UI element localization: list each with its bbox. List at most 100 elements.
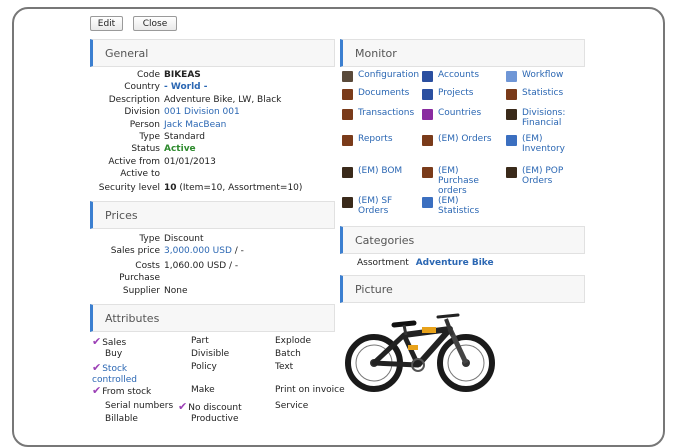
monitor-link-label: (EM) Statistics bbox=[438, 196, 480, 216]
monitor-link[interactable]: Configuration bbox=[342, 70, 420, 82]
attribute-item[interactable]: Billable bbox=[92, 414, 138, 425]
check-icon: ✔ bbox=[92, 335, 102, 348]
monitor-link[interactable]: (EM) POP Orders bbox=[506, 166, 582, 186]
purchase-label: Purchase bbox=[119, 273, 160, 283]
attribute-label: Sales bbox=[102, 338, 127, 348]
close-button[interactable]: Close bbox=[133, 16, 177, 31]
assortment-label: Assortment bbox=[357, 258, 409, 268]
attribute-item[interactable]: ✔No discount bbox=[178, 401, 242, 414]
book-icon bbox=[342, 109, 353, 120]
monitor-link[interactable]: (EM) Purchase orders bbox=[422, 166, 502, 196]
categories-section-title: Categories bbox=[355, 234, 415, 247]
attributes-section-header: Attributes bbox=[90, 304, 335, 332]
attribute-label: Print on invoice bbox=[275, 385, 345, 395]
field-value[interactable]: - World - bbox=[164, 81, 208, 93]
globe-icon bbox=[422, 109, 433, 120]
picture-section-title: Picture bbox=[355, 283, 393, 296]
monitor-link-label: (EM) Purchase orders bbox=[438, 166, 479, 196]
monitor-link-label: (EM) SF Orders bbox=[358, 196, 393, 216]
field-label: Person bbox=[129, 120, 160, 130]
supplier-label: Supplier bbox=[122, 286, 160, 296]
attribute-label: No discount bbox=[188, 403, 242, 413]
monitor-link[interactable]: Reports bbox=[342, 134, 420, 146]
monitor-link[interactable]: Divisions: Financial bbox=[506, 108, 582, 128]
monitor-link[interactable]: (EM) Statistics bbox=[422, 196, 502, 216]
attribute-item[interactable]: Print on invoice bbox=[262, 385, 345, 396]
attribute-item[interactable]: Part bbox=[178, 336, 209, 347]
wrench-icon bbox=[342, 71, 353, 82]
bike-illustration bbox=[345, 313, 495, 392]
monitor-link-label: (EM) POP Orders bbox=[522, 166, 564, 186]
attribute-label: Serial numbers bbox=[105, 401, 174, 411]
monitor-link-label: Reports bbox=[358, 134, 393, 144]
monitor-link[interactable]: (EM) BOM bbox=[342, 166, 420, 178]
field-label: Description bbox=[108, 95, 160, 105]
edit-button[interactable]: Edit bbox=[90, 16, 123, 31]
monitor-link[interactable]: (EM) Inventory bbox=[506, 134, 582, 154]
monitor-link[interactable]: (EM) Orders bbox=[422, 134, 502, 146]
attribute-item[interactable]: Explode bbox=[262, 336, 311, 347]
costs-label: Costs bbox=[135, 261, 160, 271]
monitor-link[interactable]: (EM) SF Orders bbox=[342, 196, 420, 216]
attribute-item[interactable]: Text bbox=[262, 362, 293, 373]
assortment-link[interactable]: Adventure Bike bbox=[416, 258, 494, 268]
book-icon bbox=[506, 167, 517, 178]
attribute-item[interactable]: Batch bbox=[262, 349, 301, 360]
attribute-item[interactable]: Service bbox=[262, 401, 308, 412]
attribute-item[interactable]: Divisible bbox=[178, 349, 229, 360]
attribute-label: Explode bbox=[275, 336, 311, 346]
monitor-link-label: Projects bbox=[438, 88, 474, 98]
field-value[interactable]: Jack MacBean bbox=[164, 119, 226, 131]
monitor-link[interactable]: Projects bbox=[422, 88, 502, 100]
field-value: Adventure Bike, LW, Black bbox=[164, 95, 282, 105]
attribute-item[interactable]: Make bbox=[178, 385, 215, 396]
monitor-link[interactable]: Transactions bbox=[342, 108, 420, 120]
attribute-label: Batch bbox=[275, 349, 301, 359]
attribute-item[interactable]: Policy bbox=[178, 362, 217, 373]
check-icon: ✔ bbox=[92, 384, 102, 397]
attribute-item[interactable]: Productive bbox=[178, 414, 239, 425]
security-level-value: 10 (Item=10, Assortment=10) bbox=[164, 183, 303, 193]
attribute-label: Policy bbox=[191, 362, 217, 372]
monitor-link[interactable]: Statistics bbox=[506, 88, 582, 100]
costs-value: 1,060.00 USD / - bbox=[164, 261, 239, 271]
attribute-label: Buy bbox=[105, 349, 123, 359]
field-label: Status bbox=[131, 144, 160, 154]
attribute-item[interactable]: Buy bbox=[92, 349, 122, 360]
field-value: BIKEAS bbox=[164, 70, 201, 80]
monitor-link[interactable]: Documents bbox=[342, 88, 420, 100]
accounts-icon bbox=[422, 71, 433, 82]
monitor-link[interactable]: Accounts bbox=[422, 70, 502, 82]
attribute-label: Service bbox=[275, 401, 309, 411]
attribute-label: Text bbox=[275, 362, 294, 372]
attribute-label: From stock bbox=[102, 387, 152, 397]
attribute-item[interactable]: ✔Stock controlled bbox=[92, 362, 162, 386]
attribute-label: Part bbox=[191, 336, 209, 346]
attribute-item[interactable]: Serial numbers bbox=[92, 401, 173, 412]
monitor-link-label: Divisions: Financial bbox=[522, 108, 566, 128]
prices-section-title: Prices bbox=[105, 209, 138, 222]
field-value[interactable]: 001 Division 001 bbox=[164, 106, 240, 118]
monitor-link-label: Configuration bbox=[358, 70, 420, 80]
field-label: Country bbox=[124, 82, 160, 92]
sales-price-link[interactable]: 3,000.000 USD bbox=[164, 246, 232, 256]
price-type-label: Type bbox=[139, 234, 160, 244]
monitor-section-title: Monitor bbox=[355, 47, 397, 60]
sales-price-label: Sales price bbox=[110, 246, 160, 256]
book-icon bbox=[342, 197, 353, 208]
picture-section-header: Picture bbox=[340, 275, 585, 303]
field-value: Active bbox=[164, 144, 196, 154]
check-icon: ✔ bbox=[178, 400, 188, 413]
monitor-link-label: (EM) Orders bbox=[438, 134, 492, 144]
price-type-value: Discount bbox=[164, 234, 204, 244]
attribute-item[interactable]: ✔From stock bbox=[92, 385, 151, 398]
monitor-link-label: Workflow bbox=[522, 70, 564, 80]
book-icon bbox=[342, 167, 353, 178]
prices-section-header: Prices bbox=[90, 201, 335, 229]
categories-section-header: Categories bbox=[340, 226, 585, 254]
monitor-link[interactable]: Workflow bbox=[506, 70, 582, 82]
field-label: Active to bbox=[120, 169, 160, 179]
attribute-item[interactable]: ✔Sales bbox=[92, 336, 126, 349]
field-label: Active from bbox=[108, 157, 160, 167]
monitor-link[interactable]: Countries bbox=[422, 108, 502, 120]
